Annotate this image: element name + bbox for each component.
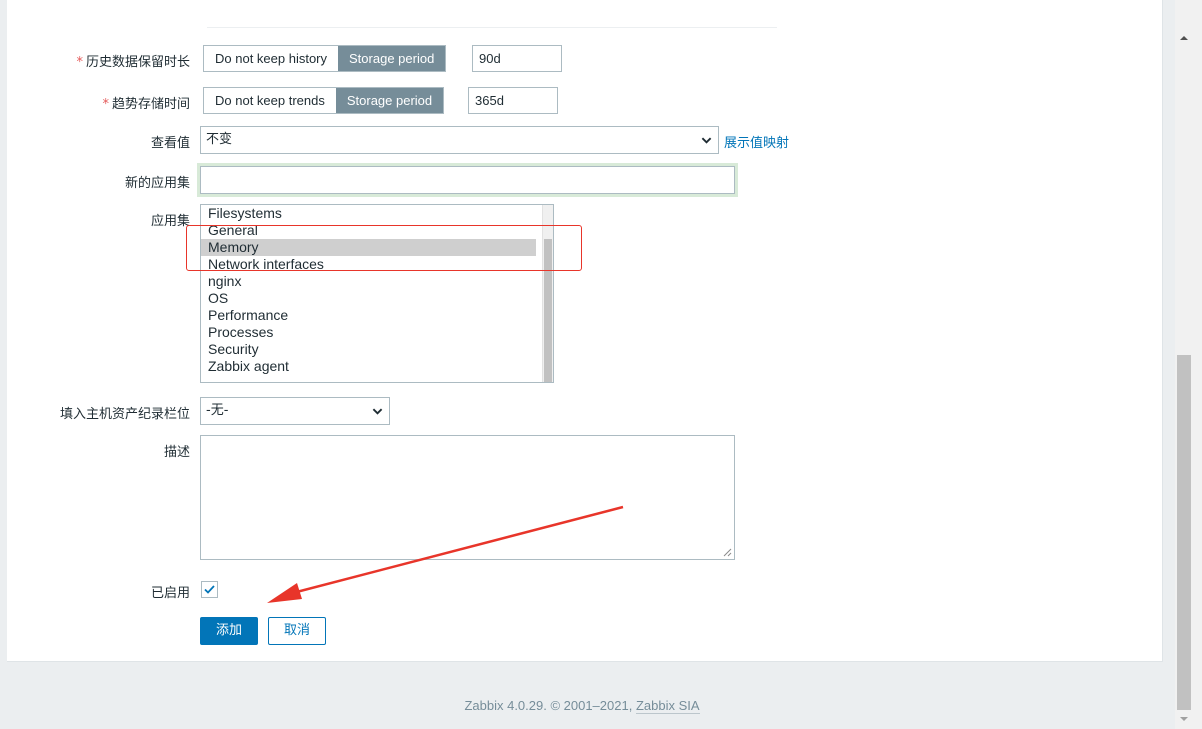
enabled-checkbox[interactable] <box>201 581 218 598</box>
required-mark: * <box>76 55 83 70</box>
applications-label: 应用集 <box>150 214 190 229</box>
divider <box>207 27 777 28</box>
show-value-selected: 不变 <box>206 132 233 147</box>
trends-mode-toggle[interactable]: Do not keep trends Storage period <box>203 87 445 114</box>
show-value-label: 查看值 <box>150 136 190 151</box>
page-scrollbar-thumb[interactable] <box>1177 355 1191 710</box>
required-mark: * <box>102 97 109 112</box>
history-mode-toggle[interactable]: Do not keep history Storage period <box>203 45 447 72</box>
history-label: * 历史数据保留时长 <box>76 51 190 70</box>
footer-copyright: Zabbix 4.0.29. © 2001–2021, <box>464 698 633 713</box>
value-mapping-link[interactable]: 展示值映射 <box>724 132 789 151</box>
cancel-button[interactable]: 取消 <box>268 617 326 645</box>
add-button[interactable]: 添加 <box>200 617 258 645</box>
description-textarea[interactable] <box>200 435 735 560</box>
chevron-down-icon <box>372 408 383 415</box>
scroll-down-arrow-icon[interactable] <box>1179 714 1189 724</box>
checkmark-icon <box>204 585 215 594</box>
inventory-select[interactable]: -无- <box>200 397 390 425</box>
chevron-down-icon <box>701 137 712 144</box>
highlight-annotation-box <box>186 225 582 271</box>
new-application-label: 新的应用集 <box>124 176 190 191</box>
history-no-keep-option[interactable]: Do not keep history <box>204 46 338 71</box>
list-item[interactable]: Zabbix agent <box>201 358 553 375</box>
resize-handle-icon[interactable] <box>723 548 732 557</box>
list-item[interactable]: nginx <box>201 273 553 290</box>
history-period-input[interactable]: 90d <box>472 45 562 72</box>
history-label-text: 历史数据保留时长 <box>85 55 190 70</box>
trends-period-input[interactable]: 365d <box>468 87 558 114</box>
page-scrollbar[interactable] <box>1175 0 1202 729</box>
footer: Zabbix 4.0.29. © 2001–2021, Zabbix SIA <box>0 698 1164 714</box>
scroll-up-arrow-icon[interactable] <box>1179 33 1189 43</box>
trends-no-keep-option[interactable]: Do not keep trends <box>204 88 336 113</box>
show-value-select[interactable]: 不变 <box>200 126 719 154</box>
list-item[interactable]: Processes <box>201 324 553 341</box>
list-item[interactable]: Performance <box>201 307 553 324</box>
footer-link[interactable]: Zabbix SIA <box>635 698 700 714</box>
inventory-label: 填入主机资产纪录栏位 <box>59 407 190 422</box>
description-label: 描述 <box>163 445 190 460</box>
trends-label: * 趋势存储时间 <box>102 93 190 112</box>
new-application-input[interactable] <box>197 163 738 197</box>
list-item[interactable]: OS <box>201 290 553 307</box>
list-item[interactable]: Security <box>201 341 553 358</box>
inventory-selected: -无- <box>206 403 229 418</box>
trends-storage-period-option[interactable]: Storage period <box>335 88 444 113</box>
trends-label-text: 趋势存储时间 <box>111 97 190 112</box>
enabled-label: 已启用 <box>150 586 190 601</box>
history-storage-period-option[interactable]: Storage period <box>338 46 446 71</box>
list-item[interactable]: Filesystems <box>201 205 553 222</box>
